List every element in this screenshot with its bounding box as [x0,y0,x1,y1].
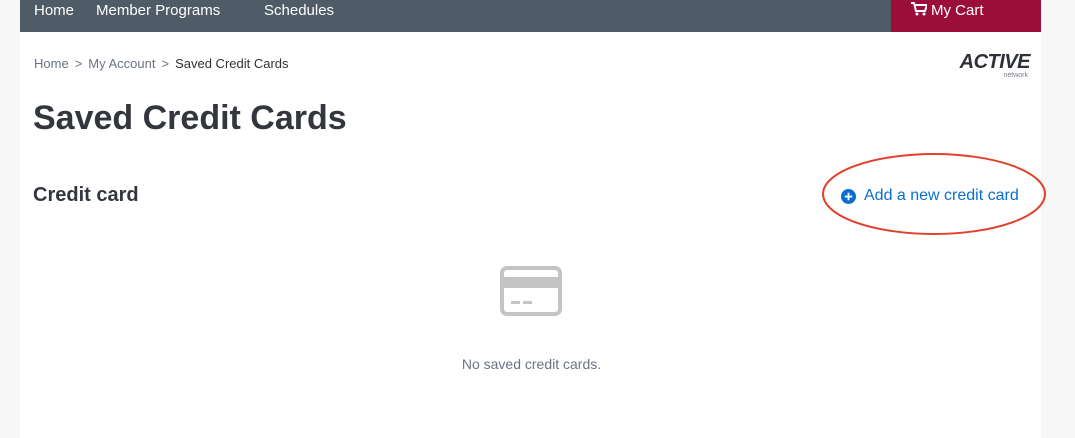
breadcrumb-separator: > [74,56,83,71]
nav-item-home[interactable]: Home [34,3,74,18]
add-credit-card-label: Add a new credit card [864,187,1019,204]
credit-card-icon [500,266,562,316]
breadcrumb: Home > My Account > Saved Credit Cards [34,56,289,71]
nav-item-schedules[interactable]: Schedules [264,3,334,18]
breadcrumb-my-account[interactable]: My Account [88,56,155,71]
page-title: Saved Credit Cards [33,99,347,137]
breadcrumb-separator: > [161,56,170,71]
empty-state-message: No saved credit cards. [461,356,602,372]
top-nav: Home Member Programs Schedules My Cart [20,0,1041,32]
breadcrumb-current: Saved Credit Cards [175,56,289,71]
cart-icon [911,2,927,16]
nav-item-member-programs[interactable]: Member Programs [96,3,220,18]
page: Home Member Programs Schedules My Cart H… [0,0,1075,438]
section-title: Credit card [33,184,139,206]
logo-main-text: ACTIVE [959,51,1031,73]
logo-sub-text: network [1003,72,1028,79]
add-credit-card-link[interactable]: Add a new credit card [841,186,1019,206]
cart-label: My Cart [931,2,984,19]
active-network-logo: ACTIVE network [936,51,1036,81]
plus-circle-icon [841,188,856,204]
cart-button[interactable]: My Cart [891,0,1041,32]
breadcrumb-home[interactable]: Home [34,56,69,71]
